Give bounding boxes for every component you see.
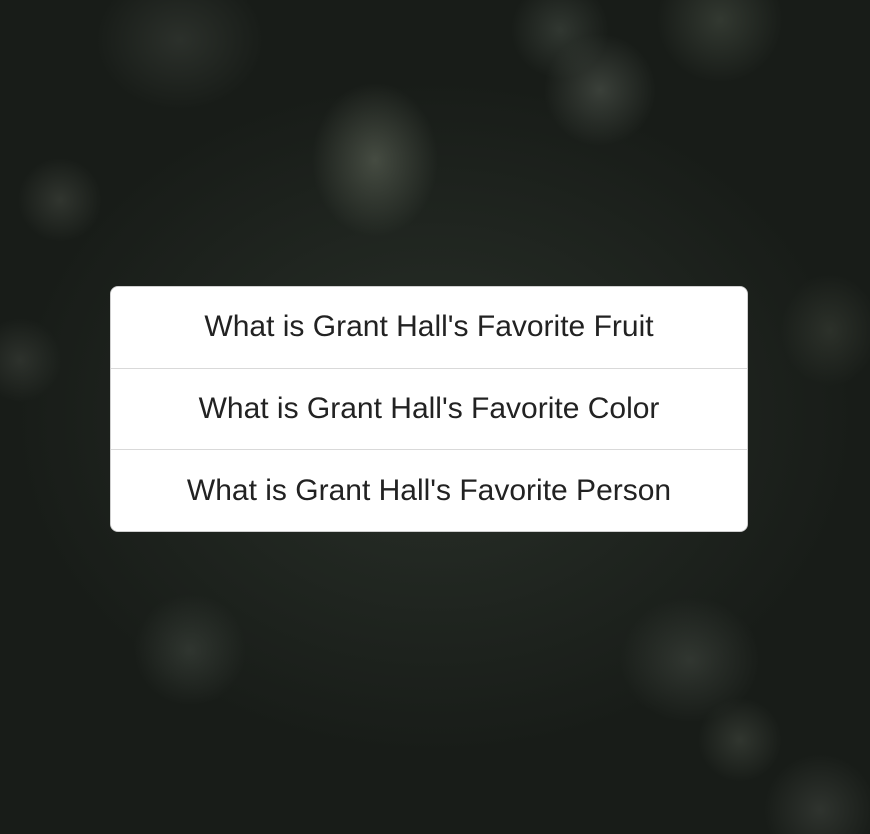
question-menu: What is Grant Hall's Favorite Fruit What… xyxy=(110,286,748,532)
menu-item-label: What is Grant Hall's Favorite Person xyxy=(186,473,672,507)
menu-item-favorite-color[interactable]: What is Grant Hall's Favorite Color xyxy=(111,367,747,450)
menu-item-label: What is Grant Hall's Favorite Color xyxy=(198,392,660,425)
menu-item-favorite-person[interactable]: What is Grant Hall's Favorite Person xyxy=(111,449,747,531)
menu-item-label: What is Grant Hall's Favorite Fruit xyxy=(204,310,654,344)
page-background: { "menu": { "items": [ {"label": "What i… xyxy=(0,0,870,834)
menu-item-favorite-fruit[interactable]: What is Grant Hall's Favorite Fruit xyxy=(111,287,747,368)
